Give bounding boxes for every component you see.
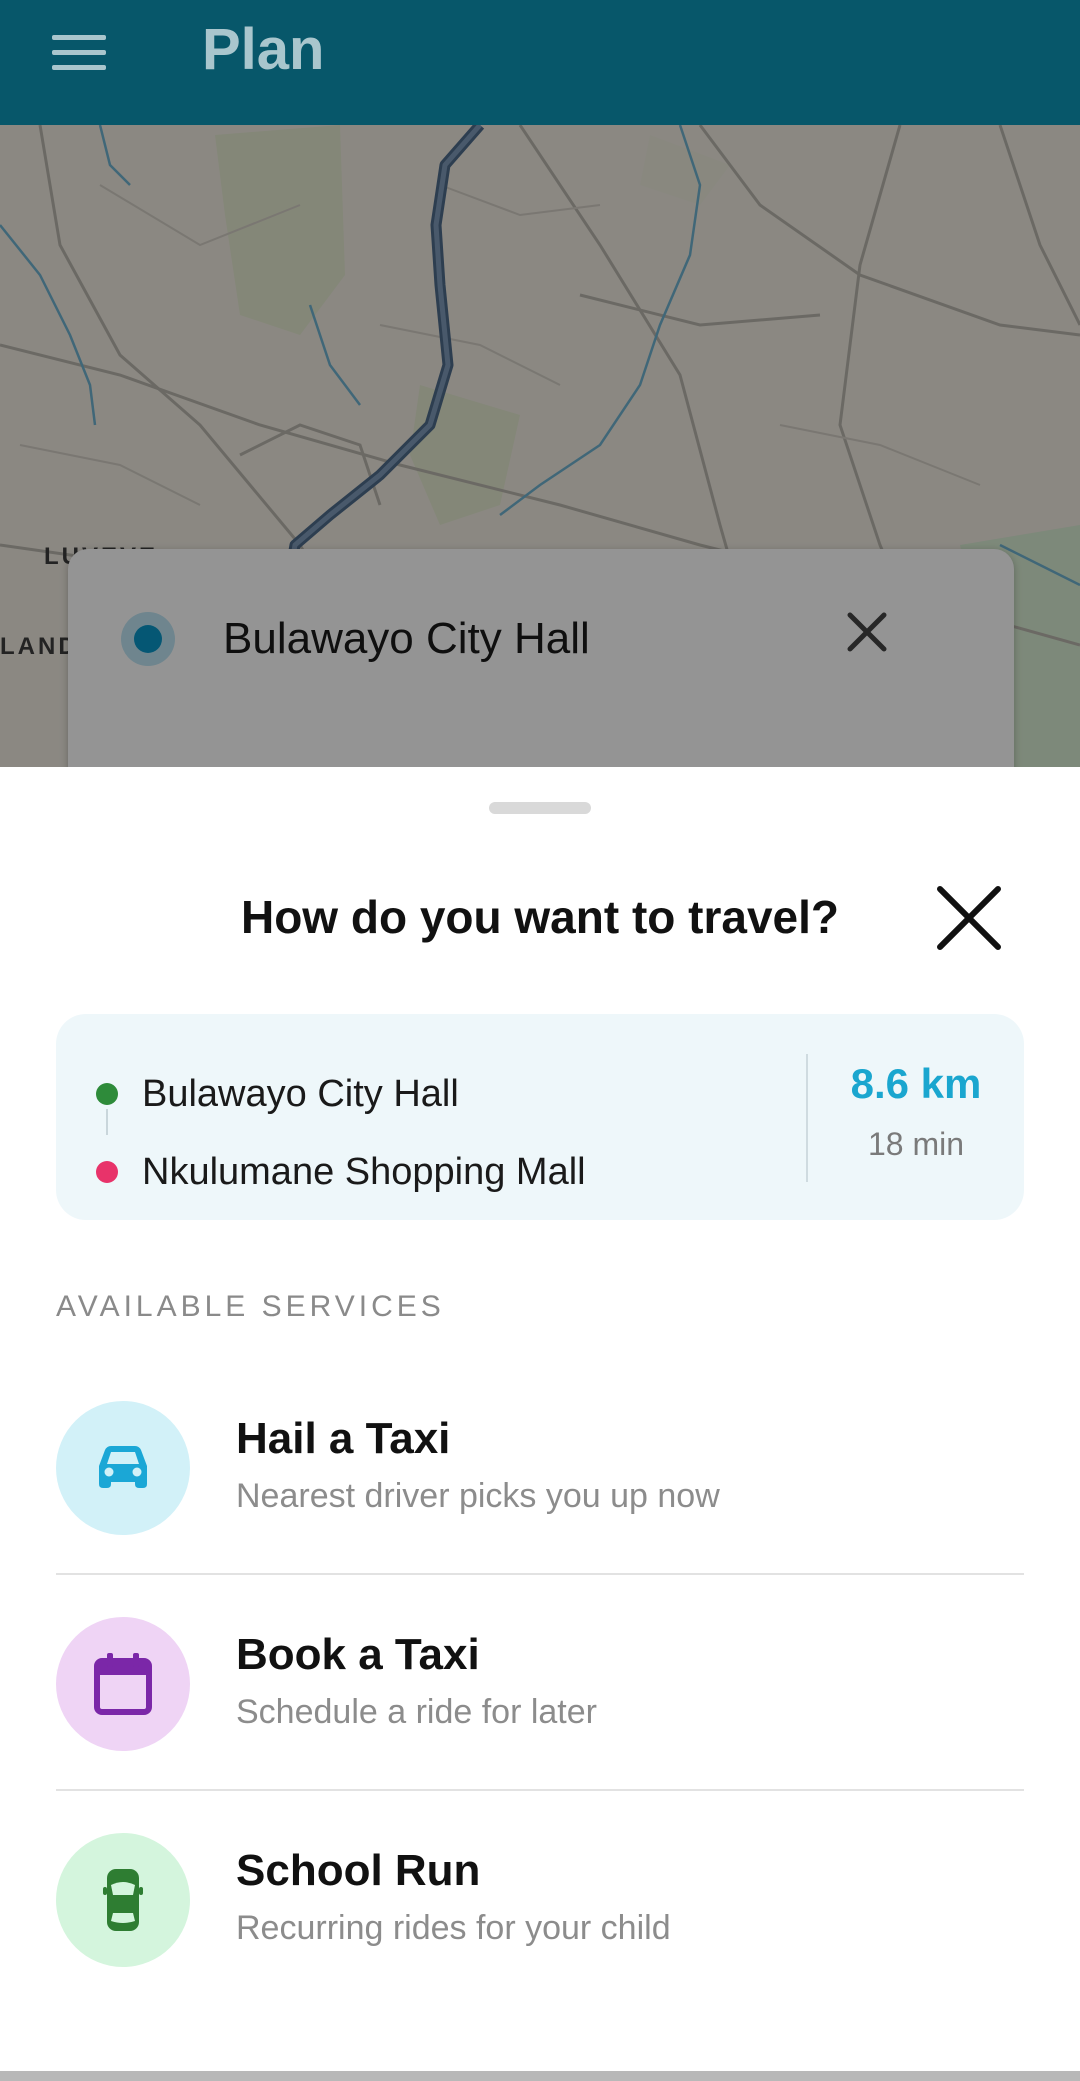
car-top-icon (103, 1869, 143, 1931)
route-distance: 8.6 km (850, 1060, 982, 1107)
service-icon-badge (56, 1833, 190, 1967)
sheet-drag-handle[interactable] (489, 802, 591, 814)
route-destination-row: Nkulumane Shopping Mall (96, 1142, 586, 1202)
car-icon (99, 1446, 147, 1488)
route-connector-line (106, 1109, 108, 1135)
service-school-run[interactable]: School Run Recurring rides for your chil… (56, 1791, 1024, 2007)
close-icon (937, 886, 1001, 950)
calendar-icon (94, 1653, 152, 1715)
route-origin: Bulawayo City Hall (142, 1072, 459, 1115)
available-services-label: AVAILABLE SERVICES (56, 1290, 445, 1323)
sheet-title: How do you want to travel? (240, 891, 840, 943)
service-hail-taxi[interactable]: Hail a Taxi Nearest driver picks you up … (56, 1359, 1024, 1575)
navigation-bar-edge (0, 2071, 1080, 2081)
service-book-taxi[interactable]: Book a Taxi Schedule a ride for later (56, 1575, 1024, 1791)
service-title: Hail a Taxi (236, 1414, 451, 1463)
close-sheet-button[interactable] (932, 881, 1006, 955)
route-origin-row: Bulawayo City Hall (96, 1064, 459, 1124)
travel-options-sheet: How do you want to travel? Bulawayo City… (0, 767, 1080, 2071)
route-duration: 18 min (867, 1126, 965, 1162)
destination-dot-icon (96, 1161, 118, 1183)
route-destination: Nkulumane Shopping Mall (142, 1150, 586, 1193)
hamburger-menu-icon (52, 35, 106, 70)
service-subtitle: Schedule a ride for later (236, 1693, 597, 1731)
service-subtitle: Nearest driver picks you up now (236, 1477, 720, 1515)
service-title: Book a Taxi (236, 1630, 480, 1679)
menu-button[interactable] (48, 22, 110, 84)
route-summary-card: Bulawayo City Hall Nkulumane Shopping Ma… (56, 1014, 1024, 1220)
service-subtitle: Recurring rides for your child (236, 1909, 671, 1947)
top-app-bar: Plan (0, 0, 1080, 125)
page-title: Plan (202, 17, 325, 82)
service-icon-badge (56, 1617, 190, 1751)
service-title: School Run (236, 1846, 481, 1895)
service-icon-badge (56, 1401, 190, 1535)
origin-dot-icon (96, 1083, 118, 1105)
